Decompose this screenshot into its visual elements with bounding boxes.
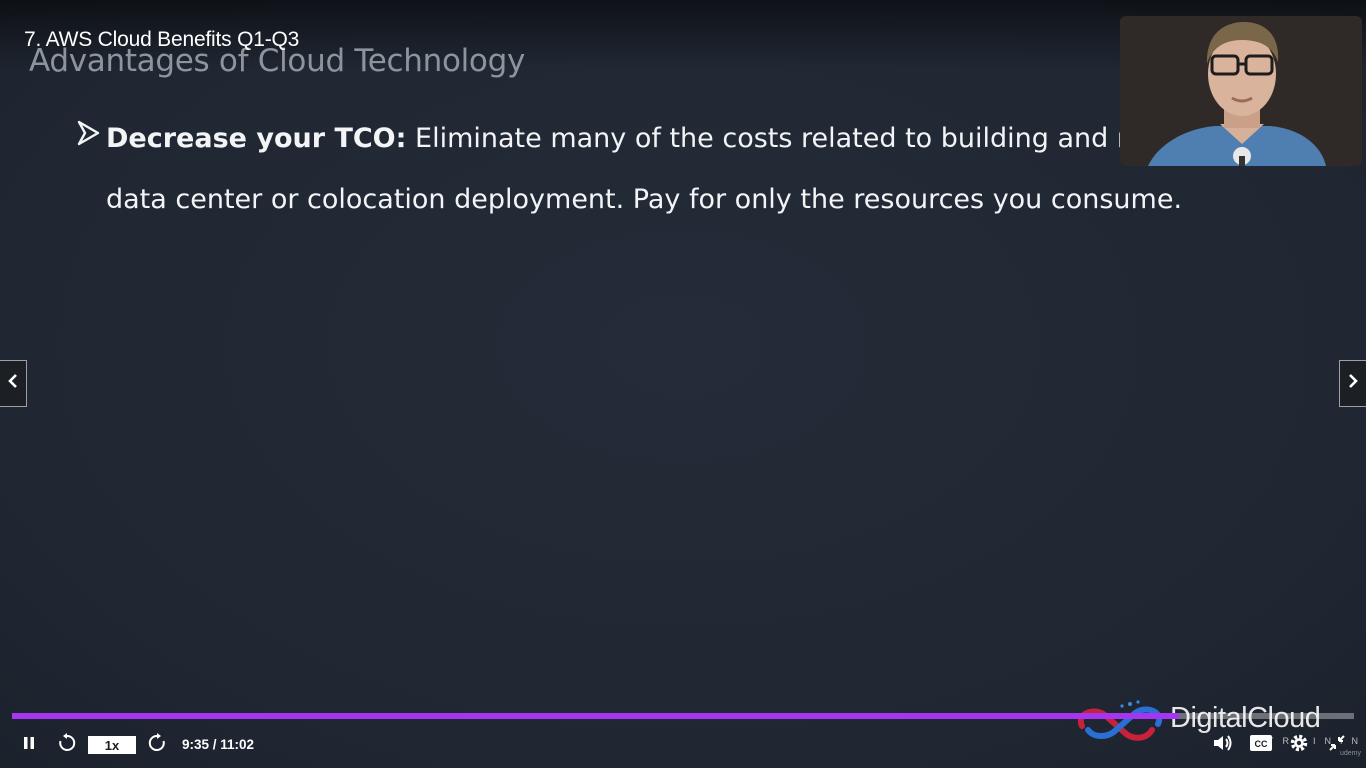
pause-button[interactable]	[16, 726, 42, 764]
playback-speed-button[interactable]: 1x	[88, 736, 136, 754]
pause-icon	[22, 736, 36, 755]
progress-bar[interactable]	[12, 713, 1354, 719]
captions-button[interactable]: CC	[1248, 726, 1274, 764]
settings-button[interactable]	[1286, 726, 1312, 764]
lecture-title: 7. AWS Cloud Benefits Q1-Q3	[24, 28, 300, 51]
forward-button[interactable]	[144, 726, 170, 764]
udemy-watermark: udemy	[1340, 750, 1362, 757]
bullet-line-2: data center or colocation deployment. Pa…	[106, 184, 1183, 215]
rewind-button[interactable]	[54, 726, 80, 764]
previous-lecture-button[interactable]	[0, 360, 27, 407]
rewind-5-icon	[57, 732, 77, 758]
progress-fill	[12, 713, 1179, 719]
chevron-left-icon	[7, 373, 19, 394]
forward-5-icon	[147, 732, 167, 758]
captions-icon: CC	[1250, 734, 1272, 756]
settings-icon	[1289, 733, 1309, 758]
time-display: 9:35 / 11:02	[182, 737, 255, 752]
volume-button[interactable]	[1210, 726, 1236, 764]
player-controls: 1x 9:35 / 11:02 CC	[0, 726, 1366, 764]
volume-icon	[1213, 734, 1233, 757]
bullet-bold-label: Decrease your TCO:	[106, 123, 407, 154]
bullet-line-1: Decrease your TCO: Eliminate many of the…	[106, 123, 1143, 154]
chevron-right-icon	[1347, 373, 1359, 394]
presenter-video	[1120, 16, 1362, 166]
video-canvas[interactable]: 7. AWS Cloud Benefits Q1-Q3 Advantages o…	[0, 0, 1366, 768]
svg-text:CC: CC	[1255, 739, 1268, 749]
arrow-bullet-icon	[76, 108, 106, 169]
slide-body: Decrease your TCO: Eliminate many of the…	[76, 108, 1256, 230]
next-lecture-button[interactable]	[1339, 360, 1366, 407]
bullet-text: Eliminate many of the costs related to b…	[406, 123, 1144, 154]
exit-fullscreen-button[interactable]	[1324, 726, 1350, 764]
